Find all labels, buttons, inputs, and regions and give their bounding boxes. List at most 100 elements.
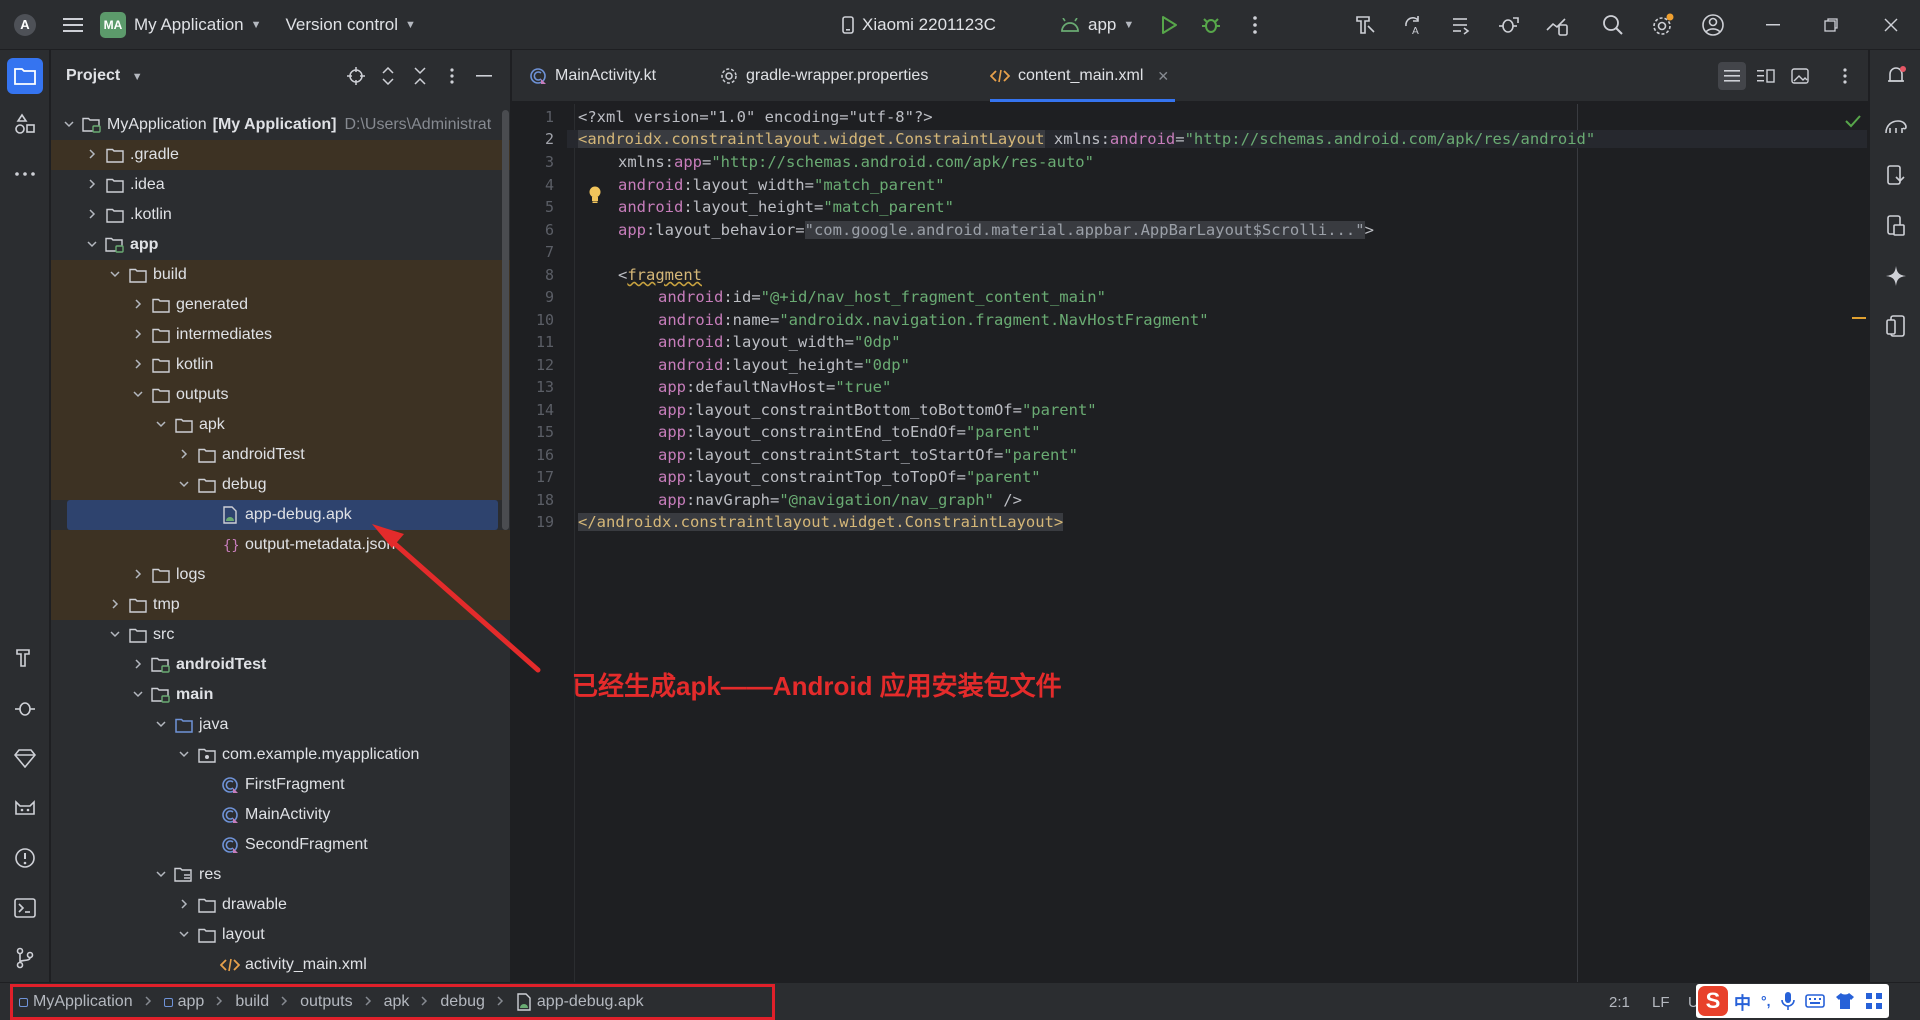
attach-debugger-button[interactable]	[1488, 0, 1530, 50]
tree-item[interactable]: java	[51, 710, 510, 740]
project-switcher[interactable]: MA My Application ▼	[100, 0, 262, 50]
minimize-button[interactable]	[1752, 0, 1794, 50]
chevron-down-icon[interactable]	[84, 239, 100, 251]
chevron-down-icon[interactable]	[176, 929, 192, 941]
breadcrumb-item[interactable]: MyApplication	[19, 993, 164, 1011]
tree-item[interactable]: drawable	[51, 890, 510, 920]
debug-tool-button[interactable]	[7, 690, 43, 726]
sync-gradle-button[interactable]	[1440, 0, 1482, 50]
run-button[interactable]	[1148, 0, 1190, 50]
caret-position[interactable]: 2:1	[1609, 983, 1630, 1020]
code-editor[interactable]: 1 2 3 4 5 6 7 8 9 10 11 12 13 14 15 16 17 18 19 <?xml vers…	[512, 104, 1868, 982]
tree-item[interactable]: .kotlin	[51, 200, 510, 230]
split-view-button[interactable]	[1752, 62, 1780, 90]
locate-file-button[interactable]	[342, 62, 370, 90]
tab-gradle-wrapper[interactable]: gradle-wrapper.properties	[720, 50, 928, 102]
restore-button[interactable]	[1810, 0, 1852, 50]
ime-toolbar[interactable]: S 中 °,	[1696, 984, 1889, 1018]
gemini-assistant-button[interactable]	[1878, 258, 1914, 294]
tree-item[interactable]: MainActivity	[51, 800, 510, 830]
tree-item[interactable]: src	[51, 620, 510, 650]
chevron-right-icon[interactable]	[84, 208, 100, 222]
project-tool-button[interactable]	[7, 58, 43, 94]
keyboard-icon[interactable]	[1804, 994, 1825, 1008]
breadcrumb-item[interactable]: app-debug.apk	[516, 993, 644, 1011]
tree-item[interactable]: .idea	[51, 170, 510, 200]
vcs-menu[interactable]: Version control ▼	[286, 0, 416, 50]
folded-value[interactable]: "com.google.android.material.appbar.AppB…	[804, 221, 1365, 239]
chevron-right-icon[interactable]	[176, 448, 192, 462]
tree-item[interactable]: com.example.myapplication	[51, 740, 510, 770]
settings-button[interactable]	[1642, 0, 1684, 50]
tree-item[interactable]: app-debug.apk	[67, 500, 498, 530]
grid-apps-icon[interactable]	[1865, 992, 1883, 1010]
main-menu-button[interactable]	[50, 0, 96, 50]
tree-item[interactable]: layout	[51, 920, 510, 950]
chevron-down-icon[interactable]	[107, 269, 123, 281]
tab-mainactivity[interactable]: MainActivity.kt	[529, 50, 656, 102]
chevron-right-icon[interactable]	[107, 598, 123, 612]
chevron-right-icon[interactable]	[130, 658, 146, 672]
chevron-down-icon[interactable]	[130, 689, 146, 701]
breadcrumb-item[interactable]: app	[163, 993, 236, 1011]
device-selector[interactable]: Xiaomi 2201123C	[842, 0, 996, 50]
collapse-all-button[interactable]	[406, 62, 434, 90]
run-config-selector[interactable]: app ▼	[1060, 0, 1134, 50]
terminal-tool-button[interactable]	[7, 890, 43, 926]
logcat-tool-button[interactable]	[7, 790, 43, 826]
tree-item[interactable]: activity_main.xml	[51, 950, 510, 980]
ime-language[interactable]: 中	[1734, 989, 1751, 1014]
tree-item[interactable]: tmp	[51, 590, 510, 620]
tree-item[interactable]: generated	[51, 290, 510, 320]
resource-manager-button[interactable]	[7, 106, 43, 142]
skin-shirt-icon[interactable]	[1835, 992, 1855, 1010]
build-tool-button[interactable]	[7, 640, 43, 676]
microphone-icon[interactable]	[1780, 991, 1795, 1011]
tree-item[interactable]: build	[51, 260, 510, 290]
chevron-right-icon[interactable]	[130, 328, 146, 342]
chevron-down-icon[interactable]	[130, 389, 146, 401]
tree-item[interactable]: kotlin	[51, 350, 510, 380]
running-devices-button[interactable]	[1878, 208, 1914, 244]
more-actions-button[interactable]	[1234, 0, 1276, 50]
breadcrumb-item[interactable]: outputs	[300, 993, 383, 1011]
account-button[interactable]	[1692, 0, 1734, 50]
hide-panel-button[interactable]	[470, 62, 498, 90]
chevron-right-icon[interactable]	[84, 178, 100, 192]
chevron-right-icon[interactable]	[130, 358, 146, 372]
chevron-down-icon[interactable]	[61, 119, 77, 131]
breadcrumb-item[interactable]: build	[235, 993, 300, 1011]
problems-tool-button[interactable]	[7, 840, 43, 876]
emulator-button[interactable]	[1878, 308, 1914, 344]
build-button[interactable]	[1344, 0, 1386, 50]
tree-item[interactable]: androidTest	[51, 440, 510, 470]
design-view-button[interactable]	[1786, 62, 1814, 90]
editor-options-button[interactable]	[1831, 62, 1859, 90]
device-manager-button[interactable]	[1536, 0, 1578, 50]
device-file-explorer-button[interactable]	[1878, 158, 1914, 194]
chevron-down-icon[interactable]	[107, 629, 123, 641]
code-view-button[interactable]	[1718, 62, 1746, 90]
tree-item[interactable]: {} output-metadata.json	[51, 530, 510, 560]
tree-item[interactable]: debug	[51, 470, 510, 500]
chevron-down-icon[interactable]	[176, 479, 192, 491]
android-studio-logo[interactable]: A	[0, 0, 50, 50]
breadcrumb-item[interactable]: apk	[384, 993, 441, 1011]
tree-item[interactable]: .gradle	[51, 140, 510, 170]
apply-changes-button[interactable]: A	[1392, 0, 1434, 50]
close-window-button[interactable]	[1870, 0, 1912, 50]
tree-item[interactable]: outputs	[51, 380, 510, 410]
tree-item[interactable]: MyApplication [My Application] D:\Users\Ad…	[51, 110, 510, 140]
search-button[interactable]	[1592, 0, 1634, 50]
expand-all-button[interactable]	[374, 62, 402, 90]
breadcrumb-item[interactable]: debug	[440, 993, 516, 1011]
chevron-down-icon[interactable]	[153, 719, 169, 731]
ime-punctuation[interactable]: °,	[1761, 993, 1771, 1009]
line-ending[interactable]: LF	[1652, 983, 1670, 1020]
tree-item[interactable]: res	[51, 860, 510, 890]
project-view-selector[interactable]: Project ▼	[66, 67, 143, 85]
profiler-tool-button[interactable]	[7, 740, 43, 776]
tree-item[interactable]: app	[51, 230, 510, 260]
chevron-down-icon[interactable]	[176, 749, 192, 761]
chevron-right-icon[interactable]	[176, 898, 192, 912]
